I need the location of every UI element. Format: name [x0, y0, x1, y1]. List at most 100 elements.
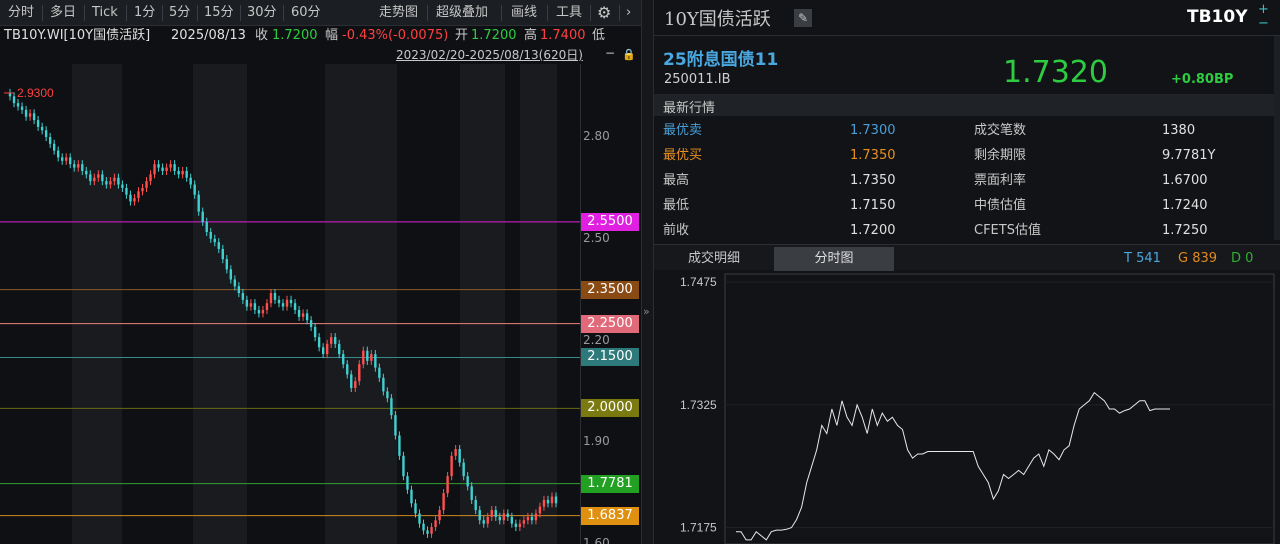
candle-body [546, 499, 550, 504]
period-tab-30min[interactable]: 30分 [247, 0, 277, 26]
candle-body [366, 350, 369, 361]
pencil-icon[interactable]: ✎ [794, 9, 812, 27]
price-line-label[interactable]: 2.0000 [581, 399, 639, 418]
candle-body [117, 177, 120, 185]
change-label: 幅 [325, 28, 339, 43]
candle-body [382, 377, 385, 392]
candle-body [354, 381, 357, 388]
candle-body [97, 174, 100, 178]
divider [619, 5, 620, 21]
price-tick-label: 1.90 [583, 434, 610, 449]
candle-body [342, 354, 345, 365]
candle-body [48, 137, 52, 144]
intraday-chart[interactable]: 1.7475 1.7325 1.7175 [654, 270, 1280, 544]
candle-body [36, 120, 40, 127]
candle-body [350, 374, 353, 388]
draw-line-button[interactable]: 画线 [511, 0, 537, 26]
candle-body [406, 476, 409, 490]
scrollbar[interactable] [1274, 36, 1280, 240]
candle-body [177, 170, 180, 175]
candle-body [313, 326, 317, 338]
period-tab-tick[interactable]: Tick [92, 0, 118, 26]
open-label: 开 [455, 28, 469, 43]
candle-body [309, 320, 313, 327]
price-line-label[interactable]: 2.1500 [581, 348, 639, 367]
candle-body [12, 96, 16, 104]
candle-body [490, 510, 493, 517]
candle-body [285, 299, 289, 307]
quote-value: 1.7300 [850, 123, 896, 138]
period-tab-intraday[interactable]: 分时 [8, 0, 34, 26]
tools-button[interactable]: 工具 [556, 0, 582, 26]
candle-body [321, 347, 325, 355]
candle-body [289, 299, 293, 304]
candle-body [486, 516, 489, 524]
period-tab-15min[interactable]: 15分 [204, 0, 234, 26]
minus-icon[interactable]: − [605, 44, 615, 62]
lock-icon[interactable]: 🔒 [622, 46, 636, 64]
quote-value: 1.7200 [850, 223, 896, 238]
candle-body [446, 476, 449, 494]
collapse-arrow-icon[interactable]: » [643, 305, 650, 318]
candle-body [478, 510, 481, 521]
trend-chart-button[interactable]: 走势图 [379, 0, 418, 26]
price-line-label[interactable]: 2.2500 [581, 314, 639, 333]
candle-body [105, 181, 108, 185]
last-price: 1.7320 [1003, 55, 1108, 90]
minus-icon[interactable]: − [1258, 16, 1269, 31]
candle-body [474, 499, 477, 511]
candle-body [149, 174, 152, 182]
candle-body [209, 232, 212, 239]
candle-body [189, 177, 192, 185]
period-tab-1min[interactable]: 1分 [134, 0, 155, 26]
candle-body [61, 157, 64, 161]
price-line-label[interactable]: 1.7781 [581, 474, 639, 493]
candle-body [93, 177, 96, 182]
tab-trade-detail[interactable]: 成交明细 [654, 247, 774, 271]
candle-body [438, 510, 441, 521]
super-overlay-button[interactable]: 超级叠加 [436, 0, 488, 26]
chevron-right-icon[interactable]: › [626, 0, 631, 26]
gear-icon[interactable]: ⚙ [597, 0, 611, 26]
detail-tabs: 成交明细 分时图 T 541 G 839 D 0 [654, 244, 1280, 271]
candle-body [277, 299, 281, 304]
candle-body [482, 520, 485, 524]
candle-body [141, 187, 144, 192]
date-range-label[interactable]: 2023/02/20-2025/08/13(620日) [396, 46, 583, 64]
quote-label: CFETS估值 [974, 223, 1041, 238]
price-tick-label: 2.80 [583, 129, 610, 144]
candle-body [414, 503, 417, 514]
plus-icon[interactable]: + [1258, 2, 1269, 17]
candle-body [305, 313, 309, 321]
candle-body [293, 303, 297, 310]
panel-splitter[interactable]: » [641, 0, 654, 544]
price-line-label[interactable]: 2.3500 [581, 280, 639, 299]
candle-body [494, 510, 497, 517]
candle-body [125, 187, 128, 195]
kline-chart[interactable]: 2.9300 [0, 64, 580, 544]
quote-value: 1.7150 [850, 198, 896, 213]
quote-value: 1380 [1162, 123, 1196, 138]
candle-body [133, 198, 136, 202]
candle-body [173, 164, 176, 171]
period-tab-60min[interactable]: 60分 [291, 0, 321, 26]
candle-body [241, 293, 245, 300]
candle-body [205, 221, 208, 232]
candle-body [338, 343, 341, 355]
section-header: 最新行情 [654, 94, 1274, 116]
candle-body [253, 303, 257, 310]
tab-intraday-chart[interactable]: 分时图 [774, 247, 894, 271]
quote-label: 剩余期限 [974, 148, 1027, 163]
candle-body [32, 113, 36, 121]
price-line-label[interactable]: 2.5500 [581, 212, 639, 231]
candle-body [261, 310, 265, 314]
quote-label: 票面利率 [974, 173, 1027, 188]
divider [162, 5, 163, 21]
quote-value: 1.6700 [1162, 173, 1208, 188]
period-tab-multiday[interactable]: 多日 [50, 0, 76, 26]
divider [427, 5, 428, 21]
candle-body [374, 354, 377, 368]
candle-body [157, 164, 160, 168]
period-tab-5min[interactable]: 5分 [169, 0, 190, 26]
price-line-label[interactable]: 1.6837 [581, 506, 639, 525]
